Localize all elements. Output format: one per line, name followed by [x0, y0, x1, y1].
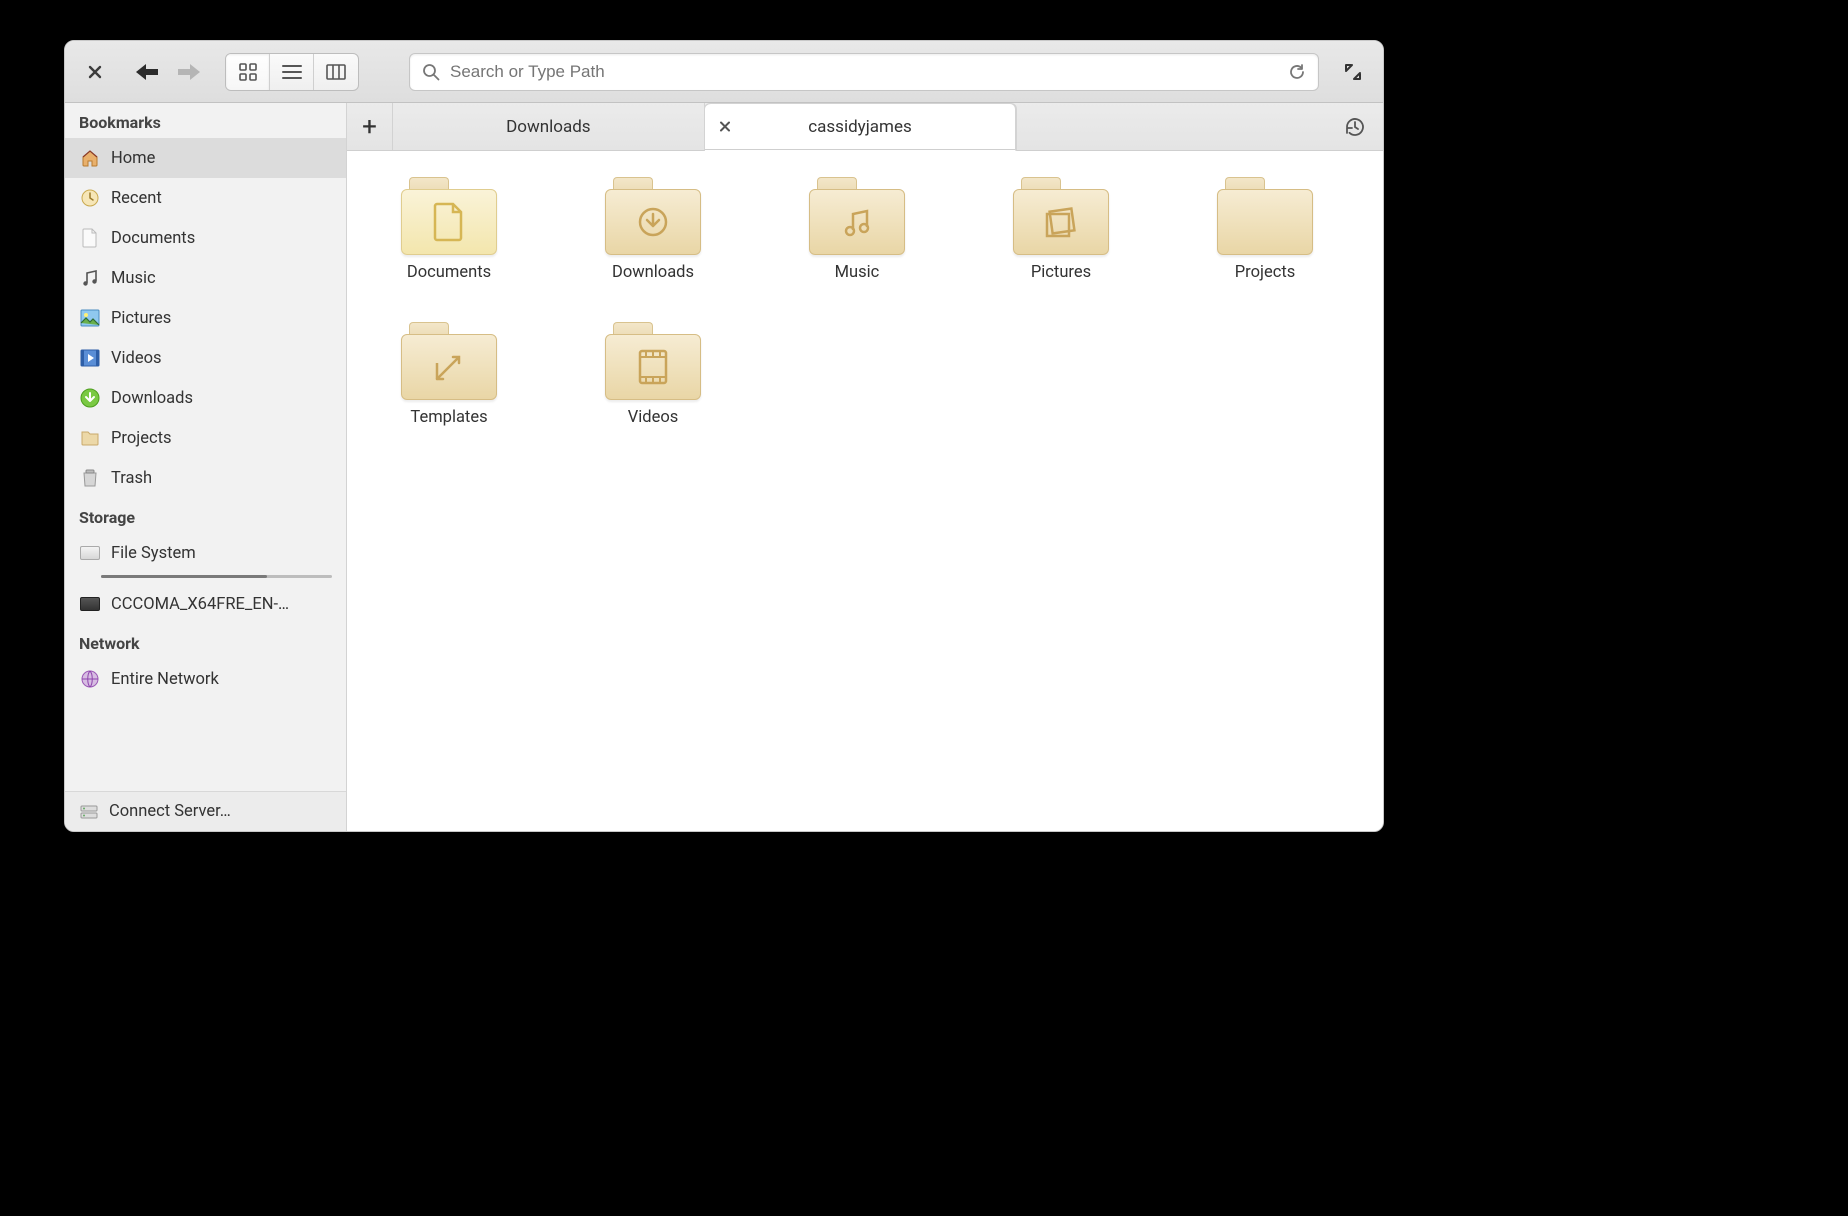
sidebar-item-volume[interactable]: CCCOMA_X64FRE_EN-…	[65, 584, 346, 624]
sidebar-item-label: Home	[111, 149, 155, 168]
folder-templates[interactable]: Templates	[377, 322, 521, 427]
disk-icon	[79, 593, 101, 615]
sidebar-item-downloads[interactable]: Downloads	[65, 378, 346, 418]
sidebar-item-recent[interactable]: Recent	[65, 178, 346, 218]
sidebar-item-pictures[interactable]: Pictures	[65, 298, 346, 338]
icon-view-button[interactable]	[226, 54, 270, 90]
folder-pictures[interactable]: Pictures	[989, 177, 1133, 282]
sidebar-item-label: Projects	[111, 429, 172, 448]
sidebar-item-music[interactable]: Music	[65, 258, 346, 298]
folder-icon	[79, 427, 101, 449]
folder-documents[interactable]: Documents	[377, 177, 521, 282]
tab-label: cassidyjames	[808, 117, 911, 137]
disk-icon	[79, 542, 101, 564]
connect-server-button[interactable]: Connect Server…	[65, 791, 346, 831]
new-tab-button[interactable]: +	[347, 103, 393, 150]
home-icon	[79, 147, 101, 169]
view-mode-group	[225, 53, 359, 91]
item-label: Downloads	[612, 263, 694, 282]
file-icon	[79, 227, 101, 249]
sidebar-item-label: Pictures	[111, 309, 171, 328]
sidebar-item-label: Recent	[111, 189, 162, 208]
sidebar-section-bookmarks: Bookmarks	[65, 103, 346, 138]
sidebar-item-label: Entire Network	[111, 670, 219, 689]
close-button[interactable]	[77, 56, 113, 88]
item-label: Pictures	[1031, 263, 1091, 282]
item-label: Projects	[1235, 263, 1296, 282]
trash-icon	[79, 467, 101, 489]
column-view-button[interactable]	[314, 54, 358, 90]
storage-usage-bar	[101, 575, 332, 578]
sidebar-item-videos[interactable]: Videos	[65, 338, 346, 378]
sidebar-item-label: Documents	[111, 229, 195, 248]
sidebar-item-label: Videos	[111, 349, 162, 368]
folder-icon	[605, 322, 701, 400]
tab-bar: + Downloads cassidyjames	[347, 103, 1383, 151]
search-icon	[422, 63, 440, 81]
clock-icon	[79, 187, 101, 209]
forward-button[interactable]	[171, 56, 207, 88]
folder-icon	[401, 177, 497, 255]
folder-downloads[interactable]: Downloads	[581, 177, 725, 282]
video-icon	[79, 347, 101, 369]
file-manager-window: Bookmarks Home Recent Documents Music Pi…	[64, 40, 1384, 832]
folder-music[interactable]: Music	[785, 177, 929, 282]
close-tab-button[interactable]	[719, 118, 731, 137]
sidebar-section-storage: Storage	[65, 498, 346, 533]
music-icon	[79, 267, 101, 289]
folder-projects[interactable]: Projects	[1193, 177, 1337, 282]
item-label: Videos	[628, 408, 679, 427]
window-body: Bookmarks Home Recent Documents Music Pi…	[65, 103, 1383, 831]
content-area[interactable]: Documents Downloads	[347, 151, 1383, 831]
toolbar	[65, 41, 1383, 103]
search-bar[interactable]	[409, 53, 1319, 91]
fullscreen-button[interactable]	[1335, 56, 1371, 88]
main-pane: + Downloads cassidyjames	[347, 103, 1383, 831]
picture-icon	[79, 307, 101, 329]
folder-videos[interactable]: Videos	[581, 322, 725, 427]
folder-icon	[809, 177, 905, 255]
icon-grid: Documents Downloads	[377, 177, 1337, 427]
search-input[interactable]	[450, 62, 1278, 82]
sidebar-item-projects[interactable]: Projects	[65, 418, 346, 458]
sidebar-item-filesystem[interactable]: File System	[65, 533, 346, 573]
folder-icon	[1013, 177, 1109, 255]
back-button[interactable]	[129, 56, 165, 88]
sidebar-item-label: Trash	[111, 469, 152, 488]
item-label: Documents	[407, 263, 491, 282]
globe-icon	[79, 668, 101, 690]
sidebar-item-label: CCCOMA_X64FRE_EN-…	[111, 595, 289, 614]
folder-icon	[605, 177, 701, 255]
tab-cassidyjames[interactable]: cassidyjames	[705, 103, 1017, 151]
folder-icon	[1217, 177, 1313, 255]
sidebar-item-trash[interactable]: Trash	[65, 458, 346, 498]
tab-label: Downloads	[506, 117, 590, 137]
sidebar-item-label: Music	[111, 269, 156, 288]
sidebar-item-label: File System	[111, 544, 196, 563]
sidebar-item-network[interactable]: Entire Network	[65, 659, 346, 699]
server-icon	[79, 802, 99, 822]
history-button[interactable]	[1327, 103, 1383, 150]
reload-icon[interactable]	[1288, 63, 1306, 81]
item-label: Music	[835, 263, 880, 282]
download-icon	[79, 387, 101, 409]
item-label: Templates	[410, 408, 487, 427]
connect-server-label: Connect Server…	[109, 802, 231, 821]
sidebar-item-documents[interactable]: Documents	[65, 218, 346, 258]
sidebar-item-home[interactable]: Home	[65, 138, 346, 178]
list-view-button[interactable]	[270, 54, 314, 90]
sidebar: Bookmarks Home Recent Documents Music Pi…	[65, 103, 347, 831]
sidebar-item-label: Downloads	[111, 389, 193, 408]
tab-downloads[interactable]: Downloads	[393, 103, 705, 150]
folder-icon	[401, 322, 497, 400]
sidebar-section-network: Network	[65, 624, 346, 659]
